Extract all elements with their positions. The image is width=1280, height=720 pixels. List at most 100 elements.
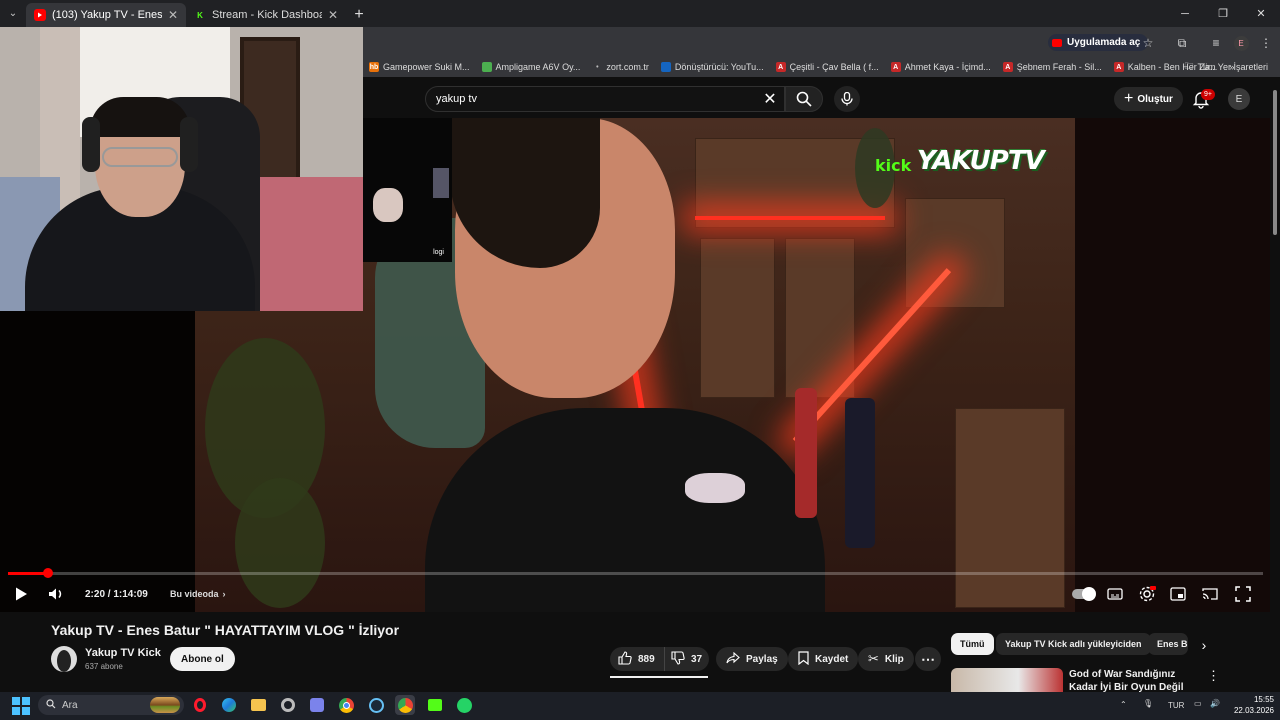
bookmark-item[interactable]: A Şebnem Ferah - Sil... bbox=[997, 62, 1108, 72]
search-input[interactable]: yakup tv bbox=[425, 86, 785, 112]
network-icon[interactable]: ▭ bbox=[1194, 699, 1202, 708]
volume-button[interactable] bbox=[47, 584, 65, 604]
new-tab-button[interactable]: + bbox=[346, 3, 372, 27]
tab-search-chevron-icon[interactable]: ⌄ bbox=[0, 0, 26, 27]
streamer-webcam-overlay bbox=[0, 27, 363, 311]
progress-scrubber[interactable] bbox=[42, 568, 53, 578]
subscriber-count: 637 abone bbox=[85, 662, 123, 671]
recommendation-menu-icon[interactable]: ⋮ bbox=[1207, 668, 1220, 684]
dislike-button[interactable]: 37 bbox=[664, 647, 709, 671]
speaker-icon[interactable]: 🔊 bbox=[1210, 699, 1220, 708]
search-button[interactable] bbox=[785, 86, 823, 112]
kick-icon: K bbox=[194, 9, 206, 21]
more-actions-icon[interactable]: ⋯ bbox=[915, 647, 941, 671]
chip-uploader[interactable]: Yakup TV Kick adlı yükleyiciden bbox=[996, 633, 1151, 655]
all-bookmarks-folder[interactable]: 🗀 Tüm Yer İşaretleri bbox=[1178, 59, 1274, 75]
voice-search-button[interactable] bbox=[834, 86, 860, 112]
chrome-icon[interactable] bbox=[336, 695, 356, 715]
taskbar-search-input[interactable]: Ara bbox=[38, 695, 184, 715]
close-tab-icon[interactable]: ✕ bbox=[168, 8, 178, 22]
recommendation-thumbnail[interactable] bbox=[951, 668, 1063, 692]
extensions-icon[interactable]: ⧉ bbox=[1172, 33, 1192, 53]
microphone-icon[interactable]: 🎙 bbox=[1143, 699, 1153, 708]
language-indicator[interactable]: TUR bbox=[1168, 701, 1184, 710]
open-in-app-label: Uygulamada aç bbox=[1067, 37, 1141, 48]
like-button[interactable]: 889 bbox=[610, 647, 664, 671]
miniplayer-button[interactable] bbox=[1170, 584, 1186, 604]
cast-icon bbox=[1202, 588, 1218, 600]
microphone-icon bbox=[841, 92, 853, 106]
converter-icon bbox=[660, 62, 671, 72]
plus-icon: + bbox=[1124, 90, 1134, 107]
fullscreen-button[interactable] bbox=[1235, 584, 1251, 604]
whatsapp-icon[interactable] bbox=[454, 695, 474, 715]
recommendation-title[interactable]: God of War Sandığınız Kadar İyi Bir Oyun… bbox=[1069, 668, 1204, 692]
save-button[interactable]: Kaydet bbox=[788, 647, 859, 671]
autoplay-toggle[interactable] bbox=[1072, 584, 1096, 604]
chevron-right-icon[interactable]: › bbox=[1194, 635, 1214, 655]
bookmark-item[interactable]: A Çeşitli - Çav Bella ( f... bbox=[770, 62, 885, 72]
close-window-icon[interactable]: ✕ bbox=[1242, 0, 1280, 27]
tray-overflow-icon[interactable]: ⌃ bbox=[1120, 700, 1127, 709]
lyrics-icon: A bbox=[775, 62, 786, 72]
clear-search-icon[interactable]: ✕ bbox=[758, 87, 782, 111]
video-progress-bar[interactable] bbox=[8, 568, 1263, 578]
bookmarks-bar: hb Gamepower Suki M... Ampligame A6V Oy..… bbox=[363, 57, 1280, 77]
file-explorer-icon[interactable] bbox=[248, 695, 268, 715]
subscribe-button[interactable]: Abone ol bbox=[170, 647, 235, 671]
gamepower-icon: hb bbox=[369, 62, 379, 72]
minimize-icon[interactable]: ─ bbox=[1166, 0, 1204, 27]
bookmark-star-icon[interactable]: ☆ bbox=[1138, 33, 1158, 53]
chip-enes[interactable]: Enes B bbox=[1148, 633, 1188, 655]
media-control-icon[interactable]: ≡ bbox=[1206, 33, 1226, 53]
browser-tab-strip: ⌄ (103) Yakup TV - Enes Batur " H ✕ K St… bbox=[0, 0, 1280, 27]
volume-icon bbox=[49, 588, 62, 600]
chevron-right-icon: › bbox=[222, 589, 226, 599]
play-icon bbox=[16, 587, 27, 601]
notification-badge: 9+ bbox=[1201, 89, 1215, 100]
subtitles-icon bbox=[1107, 588, 1123, 600]
bookmark-item[interactable]: Dönüştürücü: YouTu... bbox=[655, 62, 770, 72]
share-button[interactable]: Paylaş bbox=[716, 647, 788, 671]
bookmark-item[interactable]: Ampligame A6V Oy... bbox=[476, 62, 587, 72]
steam-icon[interactable] bbox=[366, 695, 386, 715]
play-button[interactable] bbox=[12, 584, 30, 604]
taskbar-clock[interactable]: 15:55 22.03.2026 bbox=[1222, 694, 1274, 716]
tab-youtube[interactable]: (103) Yakup TV - Enes Batur " H ✕ bbox=[26, 3, 186, 27]
settings-button[interactable] bbox=[1138, 584, 1156, 604]
create-button[interactable]: + Oluştur bbox=[1114, 87, 1183, 111]
bookmark-item[interactable]: hb Gamepower Suki M... bbox=[363, 62, 476, 72]
chrome-profile-icon[interactable] bbox=[395, 695, 415, 715]
profile-avatar[interactable]: E bbox=[1231, 33, 1251, 53]
clip-button[interactable]: ✂ Klip bbox=[858, 647, 914, 671]
chapter-button[interactable]: Bu videoda › bbox=[170, 584, 226, 604]
time-display: 2:20 / 1:14:09 bbox=[85, 588, 148, 600]
close-tab-icon[interactable]: ✕ bbox=[328, 8, 338, 22]
windows-start-icon[interactable] bbox=[12, 697, 30, 715]
teams-icon[interactable] bbox=[307, 695, 327, 715]
youtube-icon bbox=[1052, 38, 1062, 47]
clock-time: 15:55 bbox=[1253, 695, 1274, 704]
share-icon bbox=[726, 651, 740, 667]
browser-menu-icon[interactable]: ⋮ bbox=[1256, 33, 1276, 53]
restore-icon[interactable]: ❐ bbox=[1204, 0, 1242, 27]
folder-icon: 🗀 bbox=[1184, 61, 1194, 71]
cast-app-icon[interactable] bbox=[425, 695, 445, 715]
channel-name[interactable]: Yakup TV Kick bbox=[85, 647, 161, 659]
clock-date: 22.03.2026 bbox=[1233, 706, 1274, 715]
account-avatar[interactable]: E bbox=[1228, 88, 1250, 110]
chrome-dev-icon[interactable] bbox=[278, 695, 298, 715]
chip-all[interactable]: Tümü bbox=[951, 633, 994, 655]
tab-kick-dashboard[interactable]: K Stream - Kick Dashboard ✕ bbox=[186, 3, 346, 27]
page-scrollbar[interactable] bbox=[1270, 80, 1280, 692]
opera-icon[interactable] bbox=[190, 695, 210, 715]
bookmark-item[interactable]: A Ahmet Kaya - İçimd... bbox=[885, 62, 997, 72]
edge-icon[interactable] bbox=[219, 695, 239, 715]
cast-button[interactable] bbox=[1202, 584, 1218, 604]
bookmark-icon bbox=[798, 650, 809, 668]
channel-avatar[interactable] bbox=[51, 646, 77, 672]
bookmark-item[interactable]: • zort.com.tr bbox=[586, 62, 655, 72]
open-in-app-button[interactable]: Uygulamada aç bbox=[1048, 34, 1149, 51]
subtitles-button[interactable] bbox=[1107, 584, 1123, 604]
scrollbar-thumb[interactable] bbox=[1273, 90, 1277, 235]
